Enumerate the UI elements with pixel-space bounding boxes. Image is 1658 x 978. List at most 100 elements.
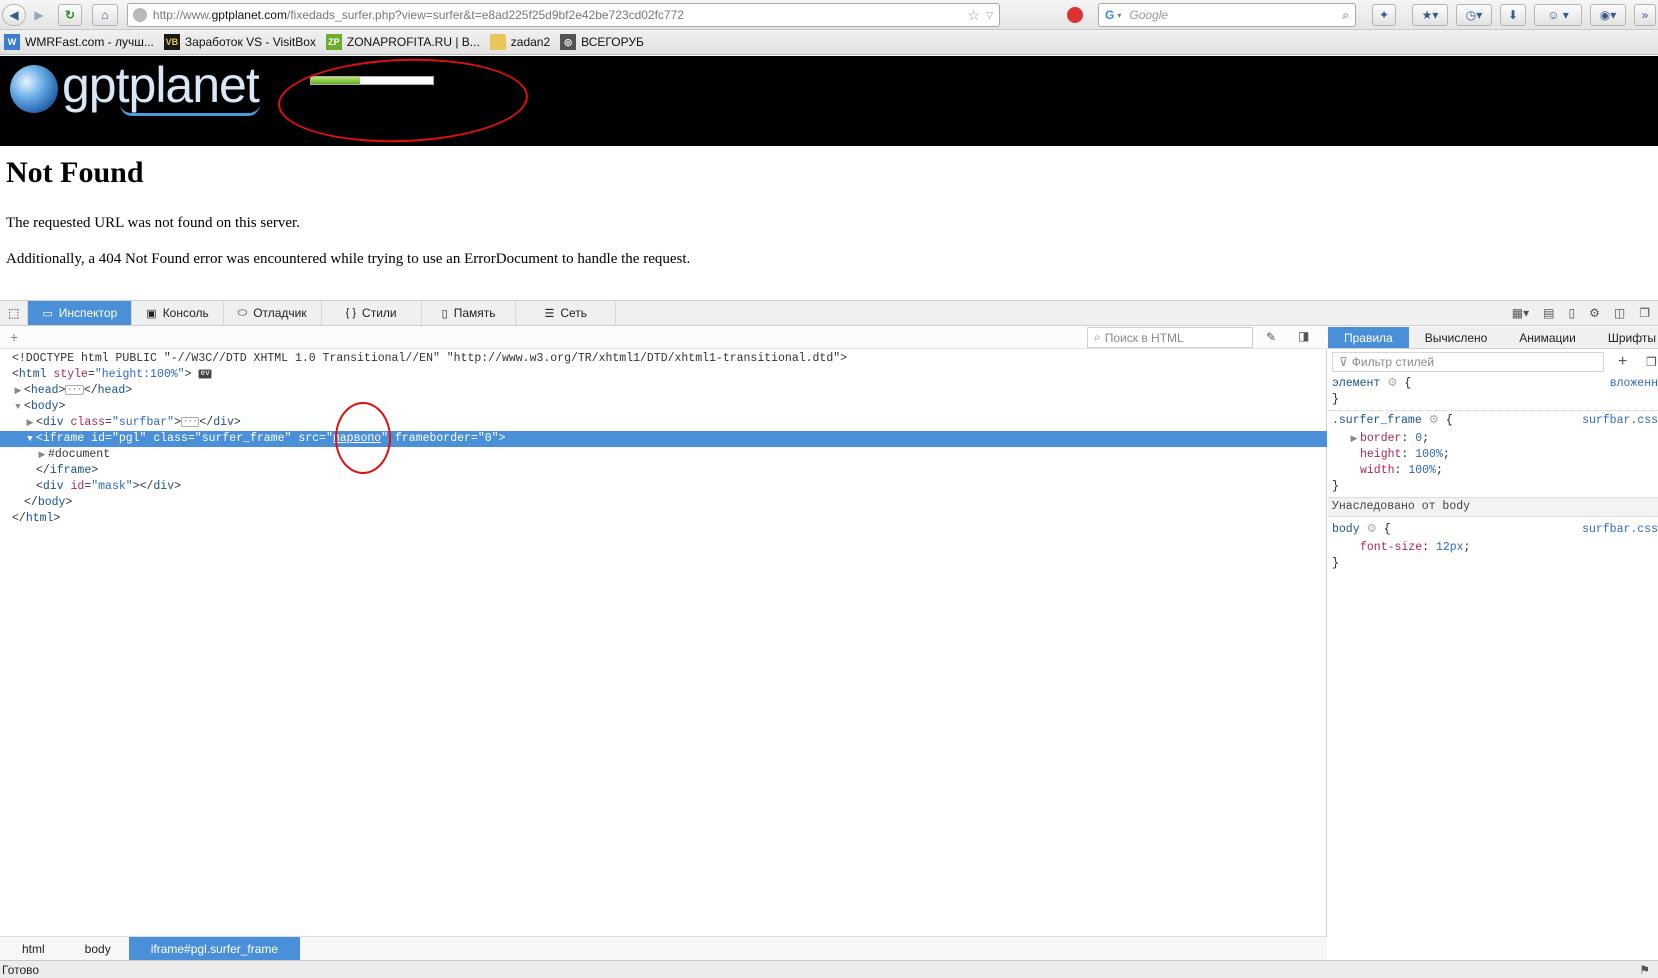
rule-prop-font-size[interactable]: font-size: 12px; <box>1332 540 1658 556</box>
breadcrumb-body[interactable]: body <box>67 937 129 960</box>
selector-highlight-icon[interactable]: ⚙ <box>1367 523 1377 536</box>
event-badge[interactable]: ev <box>198 368 212 379</box>
breadcrumb-html[interactable]: html <box>0 937 67 960</box>
selector-highlight-icon[interactable]: ⚙ <box>1429 414 1439 427</box>
rule-prop-border[interactable]: ▶ border: 0; <box>1332 431 1658 447</box>
debugger-icon: ⬭ <box>237 306 248 319</box>
url-bar[interactable]: http://www.gptplanet.com/fixedads_surfer… <box>127 3 1000 27</box>
expand-arrow-icon[interactable]: ▶ <box>24 415 36 431</box>
responsive-design-icon[interactable]: ▯ <box>1569 306 1576 320</box>
back-button[interactable]: ◀ <box>2 4 26 26</box>
home-icon: ⌂ <box>101 8 109 22</box>
rule-source-link[interactable]: surfbar.css <box>1582 522 1658 538</box>
style-filter-input[interactable]: ⊽ Фильтр стилей <box>1332 352 1604 372</box>
magnifier-icon[interactable]: ⌕ <box>1342 8 1349 23</box>
element-picker-button[interactable]: ⬚ <box>0 301 29 325</box>
memory-icon: ▯ <box>441 307 448 320</box>
ellipsis-icon[interactable]: ··· <box>65 384 84 395</box>
search-engine-dropdown-icon[interactable]: ▾ <box>1117 11 1121 20</box>
filter-icon: ⊽ <box>1339 355 1348 369</box>
search-box[interactable]: G ▾ Google ⌕ <box>1098 3 1356 27</box>
network-icon: ☰ <box>544 307 555 320</box>
bookmark-wmrfast[interactable]: W WMRFast.com - лучш... <box>4 34 154 50</box>
puzzle-icon: ✦ <box>1378 8 1390 22</box>
red-annotation-circle <box>335 402 391 474</box>
markup-line-html[interactable]: <html style="height:100%"> ev <box>0 367 1327 383</box>
layout-icon[interactable]: ▦▾ <box>1512 306 1529 320</box>
reload-button[interactable]: ↻ <box>58 4 82 26</box>
flag-icon[interactable]: ⚑ <box>1639 963 1650 977</box>
tab-console[interactable]: ▣ Консоль <box>132 301 224 325</box>
bookmark-zadan2[interactable]: zadan2 <box>489 34 550 50</box>
expand-arrow-icon[interactable]: ▶ <box>36 447 48 463</box>
google-icon: G <box>1105 8 1115 22</box>
markup-line-iframe-selected[interactable]: ▼ <iframe id="pgl" class="surfer_frame" s… <box>0 431 1327 447</box>
tab-rules[interactable]: Правила <box>1328 327 1409 348</box>
rule-prop-height[interactable]: height: 100%; <box>1332 447 1658 463</box>
bookmark-vsegorub[interactable]: ◎ ВСЕГОРУБ <box>560 34 644 50</box>
markup-line-body[interactable]: ▼ <body> <box>0 399 1327 415</box>
add-rule-icon[interactable]: + <box>1618 353 1627 371</box>
url-text: http://www.gptplanet.com/fixedads_surfer… <box>152 8 684 22</box>
markup-line-iframe-close[interactable]: </iframe> <box>0 463 1327 479</box>
tab-styles[interactable]: { } Стили <box>322 301 422 325</box>
home-button[interactable]: ⌂ <box>92 4 118 26</box>
collapse-arrow-icon[interactable]: ▼ <box>24 431 36 447</box>
star-bookmark-icon[interactable]: ☆ <box>968 7 981 24</box>
ellipsis-icon[interactable]: ··· <box>180 416 200 427</box>
tab-fonts[interactable]: Шрифты <box>1592 327 1658 348</box>
rule-source-link[interactable]: surfbar.css <box>1582 413 1658 429</box>
markup-line-head[interactable]: ▶ <head> ··· </head> <box>0 383 1327 399</box>
globe-logo-icon <box>10 65 58 113</box>
expand-arrow-icon[interactable]: ▶ <box>12 383 24 399</box>
markup-line-div-mask[interactable]: <div id="mask"></div> <box>0 479 1327 495</box>
bookmark-zonaprofita[interactable]: ZP ZONAPROFITA.RU | В... <box>325 34 480 50</box>
eyedropper-icon[interactable]: ✎ <box>1266 330 1276 344</box>
firefox-menu-button[interactable]: ◉▾ <box>1590 4 1626 26</box>
rule-element-source[interactable]: вложенн <box>1610 376 1658 392</box>
search-placeholder: Google <box>1129 8 1169 22</box>
rule-prop-width[interactable]: width: 100%; <box>1332 463 1658 479</box>
history-button[interactable]: ◷▾ <box>1456 4 1492 26</box>
tab-animations[interactable]: Анимации <box>1503 327 1592 348</box>
toggle-sidebar-icon[interactable]: ◨ <box>1298 329 1309 343</box>
dock-side-icon[interactable]: ◫ <box>1614 306 1625 320</box>
collapse-arrow-icon[interactable]: ▼ <box>12 399 24 415</box>
markup-line-html-close[interactable]: </html> <box>0 511 1327 527</box>
html-search-input[interactable]: ⌕ Поиск в HTML <box>1087 327 1253 348</box>
split-console-icon[interactable]: ▤ <box>1543 306 1554 320</box>
status-text: Готово <box>2 962 40 977</box>
expand-arrow-icon[interactable]: ▶ <box>1348 431 1360 447</box>
red-annotation-ellipse <box>276 54 530 147</box>
adblock-icon <box>1067 7 1083 23</box>
tab-inspector[interactable]: ▭ Инспектор <box>28 301 133 325</box>
dropdown-arrow-icon[interactable]: ▽ <box>986 10 993 21</box>
breadcrumb-iframe[interactable]: iframe#pgl.surfer_frame <box>128 937 301 960</box>
settings-gear-icon[interactable]: ⚙ <box>1589 306 1600 320</box>
rule-close: } <box>1332 480 1339 493</box>
overflow-button[interactable]: » <box>1634 4 1656 26</box>
status-bar: Готово ⚑ <box>0 960 1658 978</box>
markup-line-doctype[interactable]: <!DOCTYPE html PUBLIC "-//W3C//DTD XHTML… <box>0 351 1327 367</box>
tab-computed[interactable]: Вычислено <box>1409 327 1504 348</box>
addon-button-2[interactable]: ☺ ▾ <box>1534 4 1582 26</box>
element-toggle-icon[interactable]: ⚙ <box>1387 377 1397 390</box>
overflow-icon: » <box>1641 8 1649 22</box>
pseudo-class-icon[interactable]: ❐ <box>1646 355 1657 369</box>
undock-icon[interactable]: ❐ <box>1639 306 1650 320</box>
bookmarks-menu-button[interactable]: ★▾ <box>1412 4 1448 26</box>
addon-button-1[interactable]: ✦ <box>1372 4 1396 26</box>
add-node-icon[interactable]: + <box>10 329 18 345</box>
markup-line-document[interactable]: ▶ #document <box>0 447 1327 463</box>
tab-memory[interactable]: ▯ Память <box>422 301 517 325</box>
tab-network[interactable]: ☰ Сеть <box>516 301 617 325</box>
adblock-button[interactable] <box>1062 4 1088 26</box>
downloads-button[interactable]: ⬇ <box>1500 4 1526 26</box>
markup-line-body-close[interactable]: </body> <box>0 495 1327 511</box>
inherited-header: Унаследовано от body <box>1328 497 1658 517</box>
bookmark-visitbox[interactable]: VB Заработок VS - VisitBox <box>163 34 316 50</box>
markup-line-div-surfbar[interactable]: ▶ <div class="surfbar"> ··· </div> <box>0 415 1327 431</box>
tab-debugger[interactable]: ⬭ Отладчик <box>224 301 322 325</box>
forward-button[interactable]: ▶ <box>28 4 50 26</box>
error-message: The requested URL was not found on this … <box>6 215 300 231</box>
